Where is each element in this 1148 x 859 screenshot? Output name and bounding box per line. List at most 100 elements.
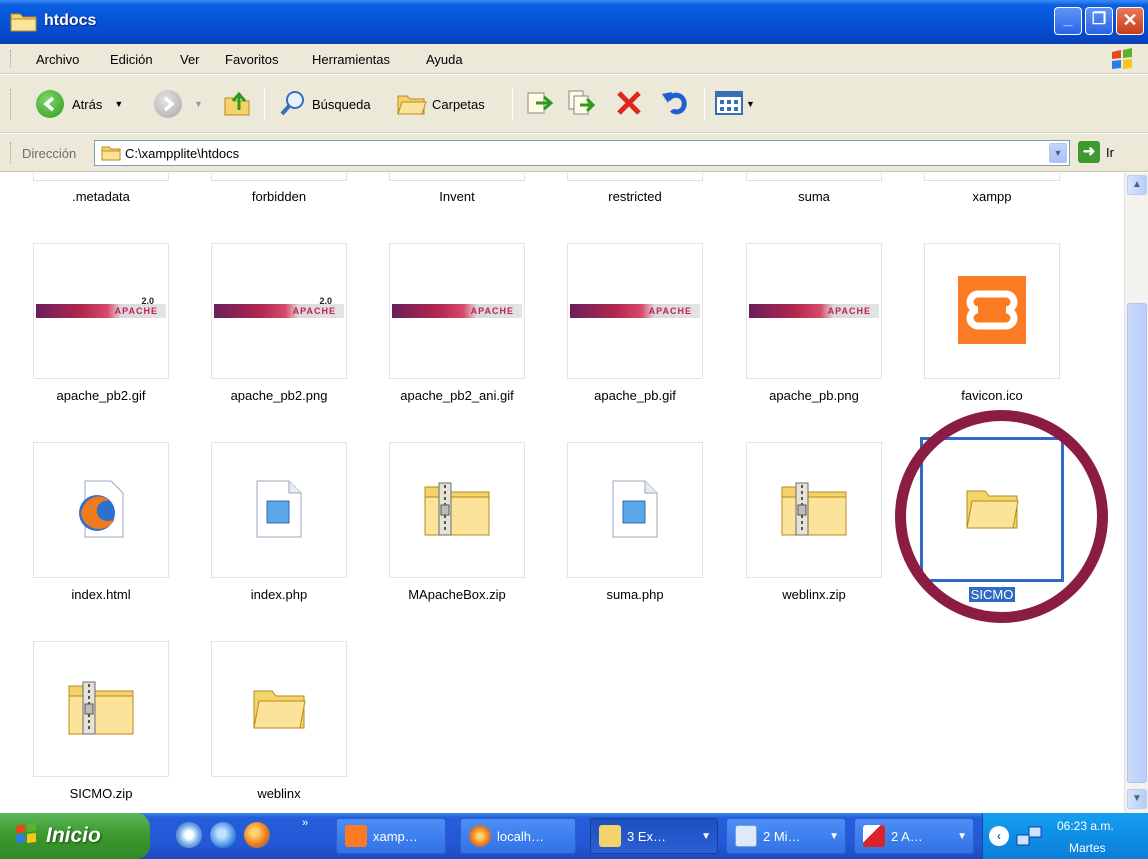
address-input[interactable]: C:\xampplite\htdocs ▼ — [94, 140, 1070, 166]
file-label[interactable]: apache_pb.gif — [550, 388, 720, 403]
views-dropdown-icon[interactable]: ▼ — [746, 99, 755, 109]
forward-button[interactable]: ▼ — [154, 87, 203, 121]
file-thumbnail[interactable] — [924, 243, 1060, 379]
clock-day: Martes — [1069, 841, 1106, 855]
task-label: localh… — [497, 828, 544, 844]
menu-ayuda[interactable]: Ayuda — [426, 52, 463, 67]
go-button[interactable]: ➜ Ir — [1078, 141, 1114, 163]
folders-button[interactable]: Carpetas — [396, 87, 485, 121]
file-label[interactable]: index.php — [194, 587, 364, 602]
tray-expand-icon[interactable]: ‹ — [989, 826, 1009, 846]
standard-toolbar: Atrás ▼ ▼ Búsqueda Carpetas ▼ — [0, 75, 1148, 133]
menu-edicion[interactable]: Edición — [110, 52, 153, 67]
file-label[interactable]: MApacheBox.zip — [372, 587, 542, 602]
file-label[interactable]: apache_pb.png — [729, 388, 899, 403]
back-label: Atrás — [72, 96, 103, 112]
quicklaunch-expand-icon[interactable]: » — [302, 817, 308, 829]
file-label-restricted[interactable]: restricted — [550, 189, 720, 204]
file-thumbnail[interactable] — [211, 641, 347, 777]
file-label[interactable]: weblinx — [194, 786, 364, 801]
apache-banner-icon: APACHE — [392, 304, 522, 318]
firefox-icon[interactable] — [244, 822, 270, 848]
firefox-icon — [469, 825, 491, 847]
thumbnail-frame — [211, 173, 347, 181]
toolbar-separator — [704, 87, 705, 121]
quicklaunch-desktop-icon[interactable] — [176, 822, 202, 848]
file-label[interactable]: weblinx.zip — [729, 587, 899, 602]
windows-flag-icon — [14, 822, 38, 850]
forward-dropdown-icon[interactable]: ▼ — [194, 99, 203, 109]
file-label-metadata[interactable]: .metadata — [16, 189, 186, 204]
internet-explorer-icon[interactable] — [210, 822, 236, 848]
window-icon — [735, 825, 757, 847]
scroll-down-icon[interactable]: ▼ — [1127, 789, 1147, 809]
address-value: C:\xampplite\htdocs — [125, 146, 240, 161]
thumbnail-frame — [746, 173, 882, 181]
up-folder-button[interactable] — [222, 87, 252, 121]
file-thumbnail[interactable]: 2.0 APACHE — [211, 243, 347, 379]
windows-logo-icon — [1110, 48, 1134, 70]
task-button-mi[interactable]: 2 Mi… ▼ — [726, 818, 846, 854]
delete-button[interactable] — [614, 87, 644, 121]
file-thumbnail[interactable] — [567, 442, 703, 578]
scroll-up-icon[interactable]: ▲ — [1127, 175, 1147, 195]
close-button[interactable]: ✕ — [1116, 7, 1144, 35]
file-label[interactable]: index.html — [16, 587, 186, 602]
file-thumbnail[interactable] — [33, 442, 169, 578]
move-to-button[interactable] — [524, 87, 554, 121]
address-label: Dirección — [22, 146, 77, 161]
search-button[interactable]: Búsqueda — [278, 87, 371, 121]
file-label-xampp[interactable]: xampp — [907, 189, 1077, 204]
file-thumbnail[interactable] — [211, 442, 347, 578]
file-label[interactable]: apache_pb2.gif — [16, 388, 186, 403]
folder-icon — [251, 685, 307, 734]
file-label[interactable]: suma.php — [550, 587, 720, 602]
generic-document-icon — [249, 477, 309, 544]
file-thumbnail[interactable]: APACHE — [746, 243, 882, 379]
file-label-invent[interactable]: Invent — [372, 189, 542, 204]
task-button-localhost[interactable]: localh… — [460, 818, 576, 854]
views-button[interactable]: ▼ — [714, 87, 755, 121]
start-button[interactable]: Inicio — [0, 813, 150, 859]
file-label[interactable]: apache_pb2_ani.gif — [372, 388, 542, 403]
file-label[interactable]: favicon.ico — [907, 388, 1077, 403]
menu-archivo[interactable]: Archivo — [36, 52, 79, 67]
maximize-button[interactable]: ❐ — [1085, 7, 1113, 35]
task-label: 2 Mi… — [763, 828, 801, 844]
address-dropdown-icon[interactable]: ▼ — [1049, 143, 1067, 163]
task-button-a[interactable]: 2 A… ▼ — [854, 818, 974, 854]
task-button-xampp[interactable]: xamp… — [336, 818, 446, 854]
group-dropdown-icon: ▼ — [701, 830, 711, 842]
file-thumbnail[interactable] — [746, 442, 882, 578]
file-label[interactable]: apache_pb2.png — [194, 388, 364, 403]
generic-document-icon — [605, 477, 665, 544]
folder-icon — [10, 10, 38, 35]
toolbar-grip — [10, 89, 13, 119]
undo-button[interactable] — [660, 87, 690, 121]
zip-folder-icon — [65, 678, 137, 741]
copy-to-button[interactable] — [566, 87, 596, 121]
system-tray: ‹ 06:23 a.m. Martes — [982, 813, 1148, 859]
folder-icon — [101, 144, 121, 164]
file-view[interactable]: .metadata forbidden Invent restricted su… — [0, 173, 1124, 813]
back-dropdown-icon[interactable]: ▼ — [114, 99, 123, 109]
file-label-suma[interactable]: suma — [729, 189, 899, 204]
file-thumbnail[interactable]: APACHE — [567, 243, 703, 379]
file-label[interactable]: SICMO.zip — [16, 786, 186, 801]
file-thumbnail[interactable]: APACHE — [389, 243, 525, 379]
scrollbar-thumb[interactable] — [1127, 303, 1147, 783]
back-button[interactable]: Atrás ▼ — [36, 87, 123, 121]
clock[interactable]: 06:23 a.m. — [1057, 819, 1114, 833]
file-label-forbidden[interactable]: forbidden — [194, 189, 364, 204]
file-thumbnail[interactable] — [389, 442, 525, 578]
minimize-button[interactable]: _ — [1054, 7, 1082, 35]
menu-favoritos[interactable]: Favoritos — [225, 52, 278, 67]
vertical-scrollbar[interactable]: ▲ ▼ — [1124, 173, 1148, 813]
network-icon[interactable] — [1015, 825, 1045, 852]
menu-ver[interactable]: Ver — [180, 52, 200, 67]
file-thumbnail[interactable] — [33, 641, 169, 777]
window-titlebar[interactable]: htdocs _ ❐ ✕ — [0, 0, 1148, 44]
menu-herramientas[interactable]: Herramientas — [312, 52, 390, 67]
file-thumbnail[interactable]: 2.0 APACHE — [33, 243, 169, 379]
task-button-explorer[interactable]: 3 Ex… ▼ — [590, 818, 718, 854]
